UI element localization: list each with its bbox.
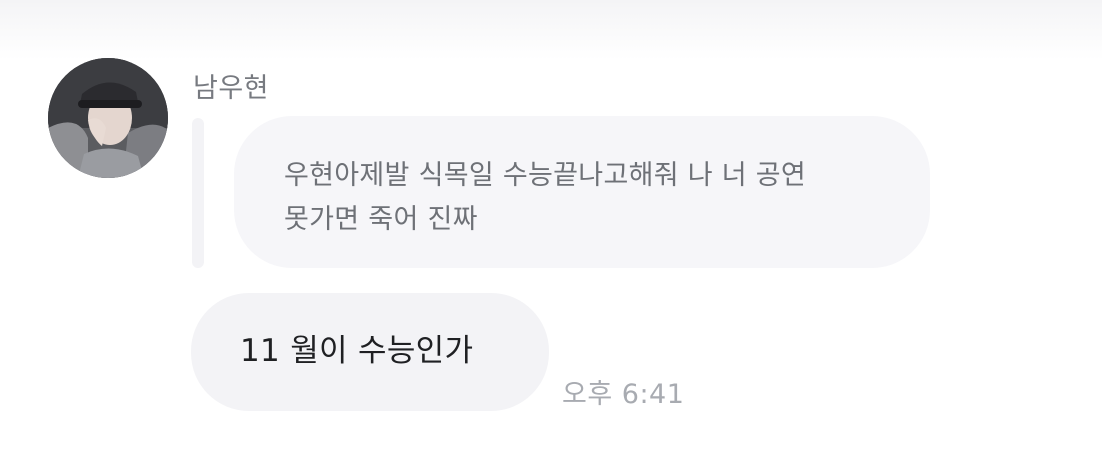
quoted-message-text: 우현아제발 식목일 수능끝나고해줘 나 너 공연 못가면 죽어 진짜 <box>284 160 807 235</box>
quoted-message-bubble[interactable]: 우현아제발 식목일 수능끝나고해줘 나 너 공연 못가면 죽어 진짜 <box>234 116 930 268</box>
quote-indicator-bar <box>192 118 204 268</box>
top-shade <box>0 0 1102 60</box>
message-timestamp: 오후 6:41 <box>562 379 685 410</box>
profile-photo-icon <box>48 58 168 178</box>
reply-message-text: 11 월이 수능인가 <box>240 333 474 369</box>
sender-name: 남우현 <box>193 73 270 104</box>
sender-avatar[interactable] <box>48 58 168 178</box>
reply-message-bubble[interactable]: 11 월이 수능인가 <box>191 293 549 411</box>
